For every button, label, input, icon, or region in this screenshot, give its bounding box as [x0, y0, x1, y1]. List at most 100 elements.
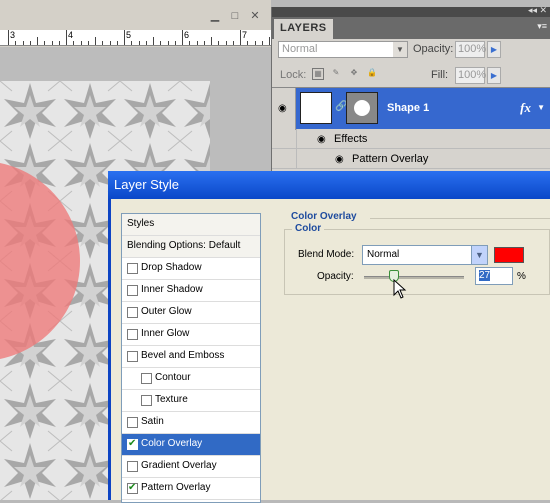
chevron-down-icon[interactable]: ▼ — [537, 103, 545, 112]
fill-field[interactable]: 100% — [455, 67, 486, 84]
blend-mode-label: Blend Mode: — [298, 249, 355, 260]
style-item-styles[interactable]: Styles — [122, 214, 260, 236]
color-swatch[interactable] — [494, 247, 524, 263]
layer-visibility-cell[interactable]: ◉ — [272, 88, 296, 130]
ruler-minor-tick — [153, 37, 154, 45]
ruler-number: 3 — [10, 30, 16, 40]
ruler-number: 7 — [242, 30, 248, 40]
blend-mode-select[interactable]: Normal ▼ — [362, 245, 488, 265]
ruler-minor-tick — [254, 41, 256, 45]
ruler-major-tick — [124, 30, 125, 45]
ruler-major-tick — [240, 30, 241, 45]
tab-layers[interactable]: LAYERS — [274, 19, 333, 39]
layers-panel: ◂◂ ✕ LAYERS ▾≡ Normal ▼ Opacity: 100% ▶ … — [271, 5, 550, 182]
layer-blend-mode-select[interactable]: Normal ▼ — [278, 41, 408, 58]
style-checkbox[interactable] — [127, 307, 138, 318]
style-checkbox[interactable] — [127, 329, 138, 340]
style-checkbox[interactable] — [127, 438, 138, 450]
style-item-label: Satin — [141, 416, 164, 427]
ruler-minor-tick — [102, 41, 104, 45]
document-titlebar: ▁ □ ✕ — [0, 0, 271, 30]
style-item-contour[interactable]: Contour — [122, 368, 260, 390]
ruler-minor-tick — [203, 41, 205, 45]
ruler-number: 6 — [184, 30, 190, 40]
style-item-pattern-overlay[interactable]: Pattern Overlay — [122, 478, 260, 500]
ruler-minor-tick — [87, 41, 89, 45]
style-item-label: Drop Shadow — [141, 262, 202, 273]
layer-row-shape-1[interactable]: ◉ 🔗 Shape 1 fx ▼ — [272, 87, 550, 130]
eye-icon[interactable]: ◉ — [317, 134, 326, 145]
effects-row[interactable]: ◉ Effects — [272, 129, 550, 149]
style-item-color-overlay[interactable]: Color Overlay — [122, 434, 260, 456]
overlay-opacity-input[interactable]: 27 — [475, 267, 513, 285]
style-checkbox[interactable] — [127, 461, 138, 472]
lock-all-icon[interactable]: 🔒 — [366, 68, 378, 80]
ruler-minor-tick — [247, 41, 249, 45]
ruler-minor-tick — [44, 41, 46, 45]
eye-icon[interactable]: ◉ — [278, 103, 287, 114]
panel-menu-icon[interactable]: ▾≡ — [537, 21, 547, 32]
style-item-blending-options-default[interactable]: Blending Options: Default — [122, 236, 260, 258]
layer-style-dialog: Layer Style Styles Blending Options: Defa… — [108, 171, 550, 503]
maximize-icon[interactable]: □ — [228, 10, 242, 22]
ruler-minor-tick — [269, 37, 270, 45]
style-checkbox[interactable] — [127, 482, 138, 494]
style-item-bevel-and-emboss[interactable]: Bevel and Emboss — [122, 346, 260, 368]
style-checkbox[interactable] — [127, 285, 138, 296]
ruler-minor-tick — [218, 41, 220, 45]
ruler-major-tick — [66, 30, 67, 45]
color-fieldset-title: Color — [292, 223, 325, 234]
style-checkbox[interactable] — [141, 373, 152, 384]
ruler-minor-tick — [174, 41, 176, 45]
ruler-minor-tick — [225, 41, 227, 45]
ruler-minor-tick — [73, 41, 75, 45]
eye-icon[interactable]: ◉ — [335, 154, 344, 165]
style-item-outer-glow[interactable]: Outer Glow — [122, 302, 260, 324]
ruler-minor-tick — [189, 41, 191, 45]
ruler-minor-tick — [131, 41, 133, 45]
style-checkbox[interactable] — [141, 395, 152, 406]
blend-mode-value: Normal — [367, 249, 400, 260]
close-icon[interactable]: ✕ — [248, 10, 262, 22]
lock-transparent-icon[interactable]: ▦ — [312, 68, 324, 80]
style-checkbox[interactable] — [127, 417, 138, 428]
percent-label: % — [517, 271, 526, 282]
style-checkbox[interactable] — [127, 351, 138, 362]
ruler-minor-tick — [261, 41, 263, 45]
minimize-icon[interactable]: ▁ — [208, 10, 222, 22]
ruler-minor-tick — [37, 37, 38, 45]
lock-position-icon[interactable]: ✥ — [348, 68, 360, 80]
opacity-label: Opacity: — [413, 43, 454, 55]
fill-slider-arrow-icon[interactable]: ▶ — [487, 67, 501, 84]
layer-name[interactable]: Shape 1 — [387, 102, 429, 114]
panel-close-icon[interactable]: ✕ — [539, 5, 547, 16]
effects-label: Effects — [334, 133, 368, 145]
style-item-satin[interactable]: Satin — [122, 412, 260, 434]
style-item-inner-shadow[interactable]: Inner Shadow — [122, 280, 260, 302]
fx-icon[interactable]: fx — [520, 100, 531, 116]
style-item-label: Color Overlay — [141, 438, 203, 449]
style-item-inner-glow[interactable]: Inner Glow — [122, 324, 260, 346]
layers-tabbar: LAYERS ▾≡ — [272, 17, 550, 39]
opacity-slider-arrow-icon[interactable]: ▶ — [487, 41, 501, 58]
lock-image-icon[interactable]: ✎ — [330, 68, 342, 80]
ruler-minor-tick — [29, 41, 31, 45]
ruler-number: 5 — [126, 30, 132, 40]
pattern-overlay-row[interactable]: ◉ Pattern Overlay — [272, 149, 550, 169]
overlay-opacity-label: Opacity: — [317, 271, 354, 282]
opacity-field[interactable]: 100% — [455, 41, 486, 58]
ruler-minor-tick — [138, 41, 140, 45]
style-item-label: Inner Glow — [141, 328, 190, 339]
ruler-number: 4 — [68, 30, 74, 40]
style-checkbox[interactable] — [127, 263, 138, 274]
ruler-minor-tick — [22, 41, 24, 45]
collapse-icon[interactable]: ◂◂ — [528, 5, 537, 16]
styles-list: Styles Blending Options: Default Drop Shad… — [121, 213, 261, 503]
opacity-slider-track[interactable] — [364, 276, 464, 279]
layer-thumbnail — [300, 92, 332, 124]
style-item-texture[interactable]: Texture — [122, 390, 260, 412]
style-item-drop-shadow[interactable]: Drop Shadow — [122, 258, 260, 280]
pattern-overlay-label: Pattern Overlay — [352, 153, 429, 165]
style-item-label: Bevel and Emboss — [141, 350, 225, 361]
style-item-gradient-overlay[interactable]: Gradient Overlay — [122, 456, 260, 478]
